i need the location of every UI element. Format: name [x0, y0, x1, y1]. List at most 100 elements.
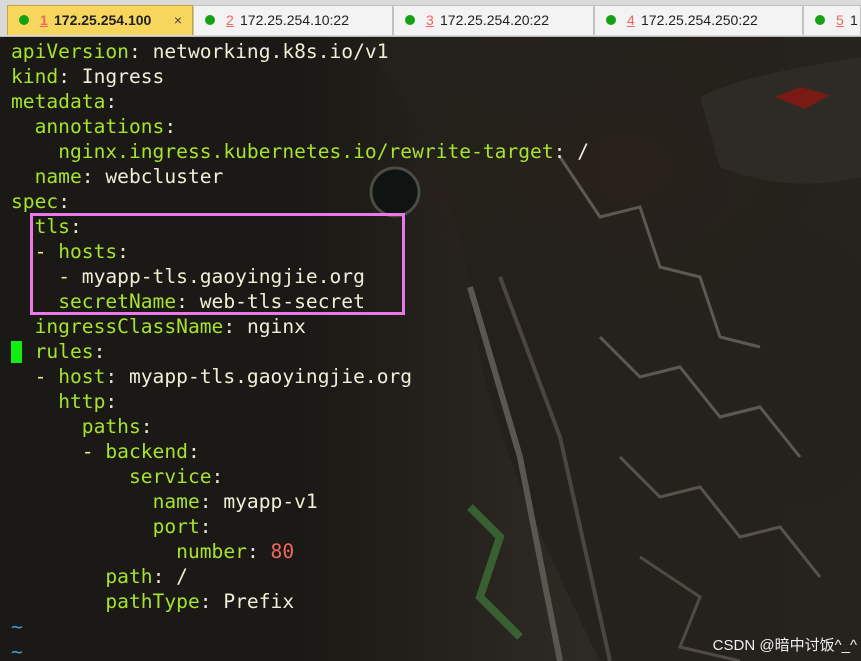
list-dash: - [81, 440, 106, 463]
key-colon: : [140, 415, 153, 438]
yaml-key: nginx.ingress.kubernetes.io/rewrite-targ… [58, 140, 554, 163]
code-line: service: [11, 464, 223, 489]
connected-status-icon [19, 15, 29, 25]
yaml-key: rules [34, 340, 94, 363]
session-tab-3[interactable]: 3 172.25.254.20:22 [393, 5, 594, 35]
key-colon: : [164, 115, 177, 138]
tab-host-label: 172.25.254.100 [54, 12, 152, 28]
code-line: - host: myapp-tls.gaoyingjie.org [11, 364, 413, 389]
yaml-key: http [58, 390, 106, 413]
yaml-key: name [34, 165, 82, 188]
yaml-value: / [176, 565, 188, 588]
yaml-key: apiVersion [11, 40, 129, 63]
tab-number: 1 [40, 12, 48, 28]
connected-status-icon [815, 15, 825, 25]
yaml-key: port [152, 515, 200, 538]
terminal-editor-pane[interactable]: apiVersion: networking.k8s.io/v1 kind: In… [0, 37, 861, 661]
session-tab-5[interactable]: 5 1 [803, 5, 861, 35]
yaml-key: kind [11, 65, 59, 88]
key-colon: : [58, 65, 70, 88]
tab-host-label: 172.25.254.250:22 [641, 12, 758, 28]
session-tab-4[interactable]: 4 172.25.254.250:22 [594, 5, 803, 35]
tab-number: 4 [627, 12, 635, 28]
code-line: nginx.ingress.kubernetes.io/rewrite-targ… [11, 139, 589, 164]
connected-status-icon [205, 15, 215, 25]
yaml-value: myapp-tls.gaoyingjie.org [128, 365, 413, 388]
yaml-value: webcluster [105, 165, 224, 188]
tab-number: 2 [226, 12, 234, 28]
key-colon: : [187, 440, 200, 463]
code-line: path: / [11, 564, 188, 589]
code-line: paths: [11, 414, 153, 439]
session-tab-1[interactable]: 1 172.25.254.100 × [7, 5, 193, 35]
yaml-value: Ingress [81, 65, 165, 88]
yaml-value: Prefix [223, 590, 295, 613]
key-colon: : [105, 90, 118, 113]
key-colon: : [105, 390, 118, 413]
connected-status-icon [405, 15, 415, 25]
tls-highlight-box [30, 213, 405, 315]
yaml-value: 80 [270, 540, 295, 563]
code-line: pathType: Prefix [11, 589, 294, 614]
key-colon: : [199, 490, 212, 513]
code-line: - backend: [11, 439, 200, 464]
tab-host-label: 172.25.254.20:22 [440, 12, 549, 28]
code-line: kind: Ingress [11, 64, 164, 89]
code-line: http: [11, 389, 117, 414]
code-line: name: myapp-v1 [11, 489, 318, 514]
session-tab-2[interactable]: 2 172.25.254.10:22 [193, 5, 393, 35]
key-colon: : [199, 590, 212, 613]
code-line: apiVersion: networking.k8s.io/v1 [11, 39, 389, 64]
yaml-key: host [58, 365, 106, 388]
key-colon: : [152, 565, 165, 588]
connected-status-icon [606, 15, 616, 25]
empty-buffer-tilde: ~ [11, 640, 23, 661]
code-line: rules: [11, 339, 106, 364]
key-colon: : [93, 340, 106, 363]
terminal-app-window: 1 172.25.254.100 × 2 172.25.254.10:22 3 … [0, 0, 861, 661]
csdn-watermark: CSDN @暗中讨饭^_^ [712, 637, 857, 654]
code-line: ingressClassName: nginx [11, 314, 306, 339]
tab-host-label: 1 [850, 12, 858, 28]
yaml-value: myapp-v1 [223, 490, 318, 513]
key-colon: : [246, 540, 259, 563]
code-line: name: webcluster [11, 164, 224, 189]
code-line: spec: [11, 189, 70, 214]
code-line: metadata: [11, 89, 117, 114]
key-colon: : [553, 140, 566, 163]
session-tab-bar: 1 172.25.254.100 × 2 172.25.254.10:22 3 … [0, 0, 861, 37]
key-colon: : [199, 515, 212, 538]
yaml-key: service [128, 465, 212, 488]
yaml-key: pathType [105, 590, 200, 613]
yaml-value: networking.k8s.io/v1 [152, 40, 389, 63]
key-colon: : [81, 165, 94, 188]
yaml-value: nginx [246, 315, 306, 338]
yaml-key: spec [11, 190, 59, 213]
list-dash: - [34, 365, 59, 388]
close-tab-icon[interactable]: × [174, 6, 182, 34]
yaml-key: name [152, 490, 200, 513]
yaml-key: paths [81, 415, 141, 438]
yaml-key: metadata [11, 90, 106, 113]
code-line: number: 80 [11, 539, 294, 564]
yaml-key: number [176, 540, 247, 563]
empty-buffer-tilde: ~ [11, 615, 23, 638]
yaml-key: annotations [34, 115, 165, 138]
key-colon: : [128, 40, 141, 63]
key-colon: : [58, 190, 70, 213]
yaml-key: ingressClassName [34, 315, 224, 338]
key-colon: : [223, 315, 236, 338]
yaml-value: / [577, 140, 590, 163]
